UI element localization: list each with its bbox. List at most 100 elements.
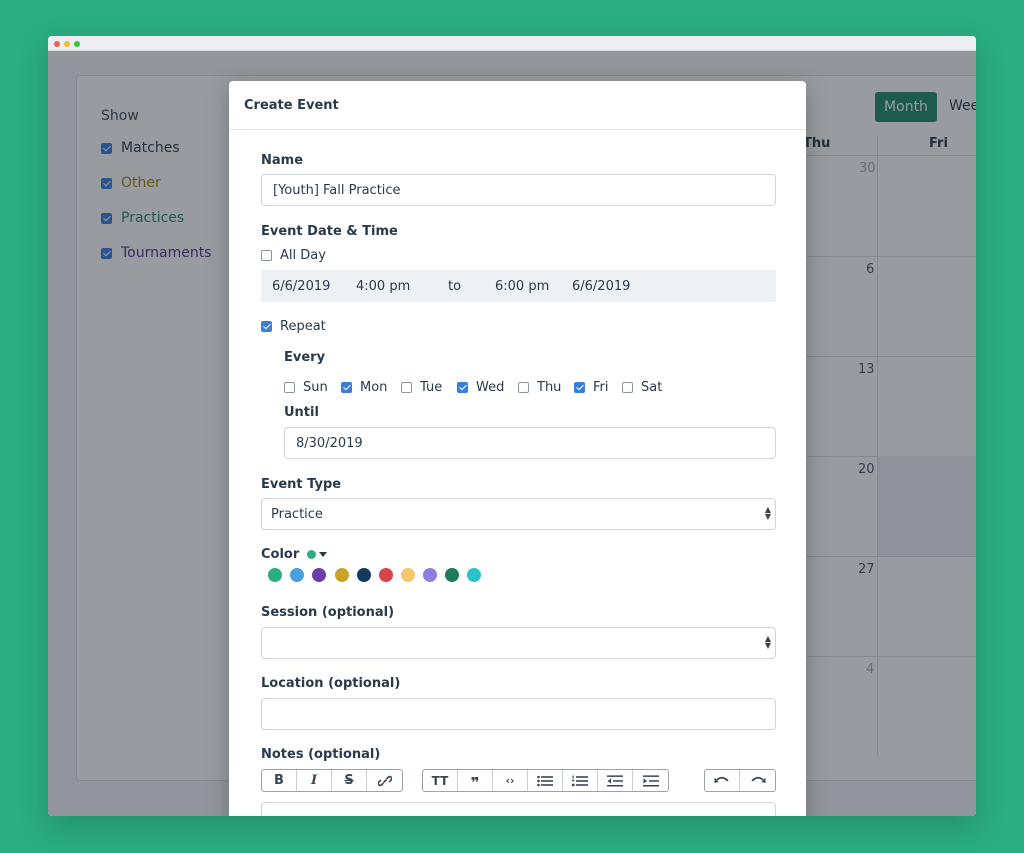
- redo-icon: [750, 776, 765, 783]
- event-type-value: Practice: [271, 507, 323, 522]
- toolbar-history-group: [704, 769, 776, 792]
- day-mon[interactable]: Mon: [341, 380, 387, 395]
- select-arrows-icon: ▲ ▼: [764, 505, 771, 521]
- color-swatch[interactable]: [335, 568, 349, 582]
- notes-editor[interactable]: [261, 802, 776, 816]
- day-thu-checkbox[interactable]: [518, 382, 529, 393]
- every-label: Every: [284, 350, 326, 365]
- end-time-field[interactable]: 6:00 pm: [495, 279, 549, 294]
- code-icon: ‹›: [505, 774, 515, 787]
- all-day-label: All Day: [280, 248, 326, 263]
- day-sat-label: Sat: [641, 380, 663, 395]
- notes-label: Notes (optional): [261, 747, 381, 762]
- day-thu-label: Thu: [537, 380, 562, 395]
- day-thu[interactable]: Thu: [518, 380, 561, 395]
- name-input[interactable]: [Youth] Fall Practice: [261, 174, 776, 206]
- until-date-input[interactable]: 8/30/2019: [284, 427, 776, 459]
- selected-color-swatch: [307, 550, 317, 559]
- location-label: Location (optional): [261, 676, 401, 691]
- day-tue-checkbox[interactable]: [401, 382, 412, 393]
- link-icon: [377, 775, 392, 786]
- day-wed[interactable]: Wed: [457, 380, 504, 395]
- code-button[interactable]: ‹›: [493, 770, 528, 791]
- window-titlebar: [48, 36, 976, 51]
- day-fri-checkbox[interactable]: [574, 382, 585, 393]
- until-label: Until: [284, 405, 319, 420]
- create-event-modal: Create Event Name [Youth] Fall Practice …: [229, 81, 806, 816]
- datetime-range-bar: 6/6/2019 4:00 pm to 6:00 pm 6/6/2019: [261, 270, 776, 302]
- day-wed-label: Wed: [476, 380, 505, 395]
- day-fri-label: Fri: [593, 380, 609, 395]
- italic-button[interactable]: I: [297, 770, 332, 791]
- day-sat-checkbox[interactable]: [622, 382, 633, 393]
- bold-icon: B: [274, 773, 284, 788]
- outdent-icon: [607, 774, 623, 786]
- session-select[interactable]: ▲ ▼: [261, 627, 776, 659]
- color-swatch[interactable]: [357, 568, 371, 582]
- day-tue[interactable]: Tue: [401, 380, 442, 395]
- day-sat[interactable]: Sat: [622, 380, 662, 395]
- until-date-value: 8/30/2019: [296, 436, 363, 451]
- session-label: Session (optional): [261, 605, 395, 620]
- day-sun[interactable]: Sun: [284, 380, 328, 395]
- link-button[interactable]: [367, 770, 402, 791]
- start-time-field[interactable]: 4:00 pm: [356, 279, 410, 294]
- color-label: Color: [261, 547, 300, 562]
- minimize-window-icon[interactable]: [64, 41, 70, 47]
- day-mon-label: Mon: [360, 380, 388, 395]
- day-sun-label: Sun: [303, 380, 328, 395]
- name-label: Name: [261, 153, 304, 168]
- color-swatch[interactable]: [467, 568, 481, 582]
- repeat-label: Repeat: [280, 319, 326, 334]
- all-day-checkbox-row[interactable]: All Day: [261, 248, 326, 263]
- repeat-checkbox-row[interactable]: Repeat: [261, 319, 326, 334]
- indent-icon: [642, 774, 659, 786]
- color-swatch[interactable]: [312, 568, 326, 582]
- italic-icon: I: [310, 773, 318, 788]
- event-type-select[interactable]: Practice ▲ ▼: [261, 498, 776, 530]
- color-swatch[interactable]: [401, 568, 415, 582]
- location-input[interactable]: [261, 698, 776, 730]
- day-mon-checkbox[interactable]: [341, 382, 352, 393]
- day-wed-checkbox[interactable]: [457, 382, 468, 393]
- outdent-button[interactable]: [598, 770, 633, 791]
- bullet-list-button[interactable]: [528, 770, 563, 791]
- quote-button[interactable]: ❞: [458, 770, 493, 791]
- modal-title: Create Event: [229, 81, 806, 130]
- strikethrough-button[interactable]: S: [332, 770, 367, 791]
- color-picker[interactable]: Color: [261, 547, 328, 562]
- end-date-field[interactable]: 6/6/2019: [572, 279, 630, 294]
- close-window-icon[interactable]: [54, 41, 60, 47]
- name-input-value: [Youth] Fall Practice: [273, 183, 401, 198]
- heading-button[interactable]: TT: [423, 770, 458, 791]
- numbered-list-button[interactable]: [563, 770, 598, 791]
- day-fri[interactable]: Fri: [574, 380, 609, 395]
- select-arrows-icon: ▲ ▼: [764, 634, 771, 650]
- day-tue-label: Tue: [420, 380, 443, 395]
- all-day-checkbox[interactable]: [261, 250, 272, 261]
- repeat-checkbox[interactable]: [261, 321, 272, 332]
- event-type-label: Event Type: [261, 477, 342, 492]
- to-label: to: [448, 279, 462, 294]
- strikethrough-icon: S: [344, 773, 354, 788]
- color-swatch[interactable]: [445, 568, 459, 582]
- color-swatch[interactable]: [268, 568, 282, 582]
- event-datetime-label: Event Date & Time: [261, 224, 398, 239]
- toolbar-text-format-group: B I S: [261, 769, 403, 792]
- indent-button[interactable]: [633, 770, 668, 791]
- bold-button[interactable]: B: [262, 770, 297, 791]
- heading-icon: TT: [431, 773, 449, 788]
- color-swatch[interactable]: [290, 568, 304, 582]
- start-date-field[interactable]: 6/6/2019: [272, 279, 330, 294]
- color-swatch[interactable]: [423, 568, 437, 582]
- toolbar-block-group: TT ❞ ‹›: [422, 769, 669, 792]
- bullet-list-icon: [537, 775, 553, 786]
- maximize-window-icon[interactable]: [74, 41, 80, 47]
- day-sun-checkbox[interactable]: [284, 382, 295, 393]
- quote-icon: ❞: [470, 774, 480, 792]
- browser-window: Show Matches Other Practices Tournaments…: [48, 36, 976, 816]
- color-swatch[interactable]: [379, 568, 393, 582]
- undo-button[interactable]: [705, 770, 740, 791]
- redo-button[interactable]: [740, 770, 775, 791]
- caret-down-icon: [319, 552, 328, 557]
